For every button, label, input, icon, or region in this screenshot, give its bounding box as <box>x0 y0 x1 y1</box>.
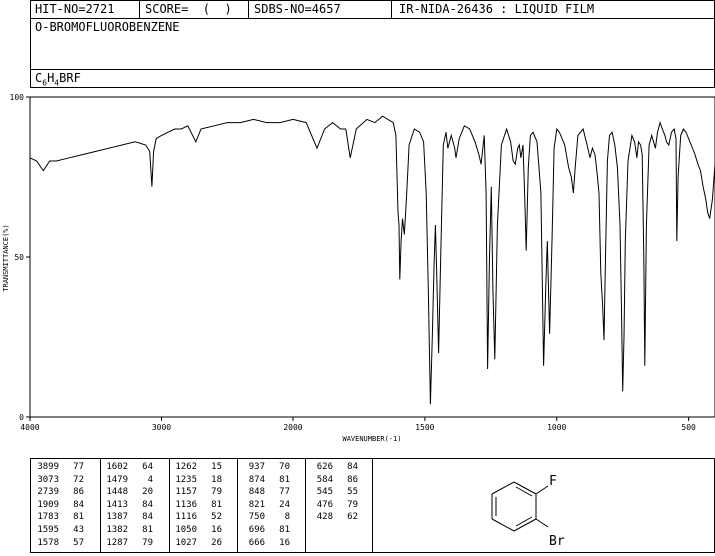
peak-transmittance: 77 <box>279 487 290 498</box>
peak-wavenumber: 750 <box>248 512 265 523</box>
peak-wavenumber: 1287 <box>106 537 128 548</box>
peak-wavenumber: 1235 <box>175 474 197 485</box>
peak-transmittance: 81 <box>211 499 222 510</box>
bromine-bond <box>535 518 549 528</box>
peak-transmittance: 16 <box>211 525 222 535</box>
peak-transmittance: 16 <box>279 537 290 548</box>
peak-wavenumber: 1479 <box>106 474 128 485</box>
peak-transmittance: 20 <box>142 487 153 498</box>
peak-wavenumber: 2739 <box>37 487 59 498</box>
peak-transmittance: 77 <box>73 462 84 472</box>
peak-col-divider <box>305 459 306 552</box>
x-tick-label: 1500 <box>415 423 434 432</box>
peak-transmittance: 86 <box>347 474 358 485</box>
peak-transmittance: 81 <box>73 512 84 523</box>
peak-col-divider <box>237 459 238 552</box>
peak-wavenumber: 476 <box>316 499 333 510</box>
x-tick-label: 2000 <box>283 423 302 432</box>
peak-transmittance: 26 <box>211 537 222 548</box>
peak-wavenumber: 1448 <box>106 487 128 498</box>
peak-transmittance: 62 <box>347 512 358 523</box>
peak-transmittance: 70 <box>279 462 290 472</box>
fluorine-label: F <box>549 474 557 489</box>
peak-wavenumber: 626 <box>316 462 333 472</box>
peak-transmittance: 57 <box>73 537 84 548</box>
y-tick-label: 50 <box>14 253 24 262</box>
peak-wavenumber: 3073 <box>37 474 59 485</box>
peak-wavenumber: 696 <box>248 525 265 535</box>
structure-diagram: F Br <box>491 474 565 549</box>
peak-wavenumber: 1602 <box>106 462 128 472</box>
peak-transmittance: 84 <box>142 512 153 523</box>
peak-transmittance: 81 <box>142 525 153 535</box>
peak-wavenumber: 666 <box>248 537 265 548</box>
peak-wavenumber: 1116 <box>175 512 197 523</box>
peak-transmittance: 24 <box>279 499 290 510</box>
peak-wavenumber: 1050 <box>175 525 197 535</box>
peak-wavenumber: 1387 <box>106 512 128 523</box>
ir-spectrum-chart: 0 50 100 4000 3000 2000 1500 1000 500 TRANSMITT… <box>2 93 715 443</box>
peak-wavenumber: 821 <box>248 499 265 510</box>
peak-transmittance: 64 <box>142 462 153 472</box>
transmittance-series-line <box>29 115 715 405</box>
peak-transmittance: 79 <box>142 537 153 548</box>
x-axis-label: WAVENUMBER(-1) <box>342 435 401 443</box>
y-axis-ticks: 0 50 100 <box>10 93 30 422</box>
peak-wavenumber: 1413 <box>106 499 128 510</box>
peak-wavenumber: 584 <box>316 474 333 485</box>
x-tick-label: 1000 <box>547 423 566 432</box>
peak-col-divider <box>169 459 170 552</box>
peak-wavenumber: 937 <box>248 462 265 472</box>
peak-transmittance: 84 <box>142 499 153 510</box>
bromine-label: Br <box>549 534 565 549</box>
peak-wavenumber: 848 <box>248 487 265 498</box>
peak-transmittance: 8 <box>284 512 290 523</box>
peak-wavenumber: 3899 <box>37 462 59 472</box>
peak-wavenumber: 1157 <box>175 487 197 498</box>
peak-transmittance: 79 <box>347 499 358 510</box>
peak-transmittance: 4 <box>147 474 153 485</box>
peak-wavenumber: 1136 <box>175 499 197 510</box>
peak-transmittance: 72 <box>73 474 84 485</box>
peak-transmittance: 84 <box>73 499 84 510</box>
peak-transmittance: 79 <box>211 487 222 498</box>
peak-transmittance: 43 <box>73 525 84 535</box>
peak-wavenumber: 1595 <box>37 525 59 535</box>
peak-wavenumber: 1909 <box>37 499 59 510</box>
peak-wavenumber: 1262 <box>175 462 197 472</box>
peak-transmittance: 81 <box>279 474 290 485</box>
peak-transmittance: 84 <box>347 462 358 472</box>
fluorine-bond <box>535 485 549 495</box>
y-tick-label: 100 <box>10 93 25 102</box>
peak-wavenumber: 1027 <box>175 537 197 548</box>
peak-col-divider <box>100 459 101 552</box>
peak-transmittance: 15 <box>211 462 222 472</box>
peak-wavenumber: 428 <box>316 512 333 523</box>
peak-transmittance: 81 <box>279 525 290 535</box>
peak-wavenumber: 874 <box>248 474 265 485</box>
peak-wavenumber: 1783 <box>37 512 59 523</box>
benzene-ring <box>491 481 549 532</box>
peak-transmittance: 86 <box>73 487 84 498</box>
peak-transmittance: 55 <box>347 487 358 498</box>
peak-transmittance: 52 <box>211 512 222 523</box>
peak-wavenumber: 545 <box>316 487 333 498</box>
x-tick-label: 500 <box>681 423 696 432</box>
y-axis-label: TRANSMITTANCE(%) <box>2 224 10 291</box>
peak-transmittance: 18 <box>211 474 222 485</box>
peak-wavenumber: 1382 <box>106 525 128 535</box>
structure-box: F Br <box>372 458 715 553</box>
y-tick-label: 0 <box>19 413 24 422</box>
plot-frame <box>29 96 715 418</box>
peak-wavenumber: 1578 <box>37 537 59 548</box>
x-axis-ticks: 4000 3000 2000 1500 1000 500 <box>20 417 696 432</box>
x-tick-label: 3000 <box>152 423 171 432</box>
x-tick-label: 4000 <box>20 423 39 432</box>
